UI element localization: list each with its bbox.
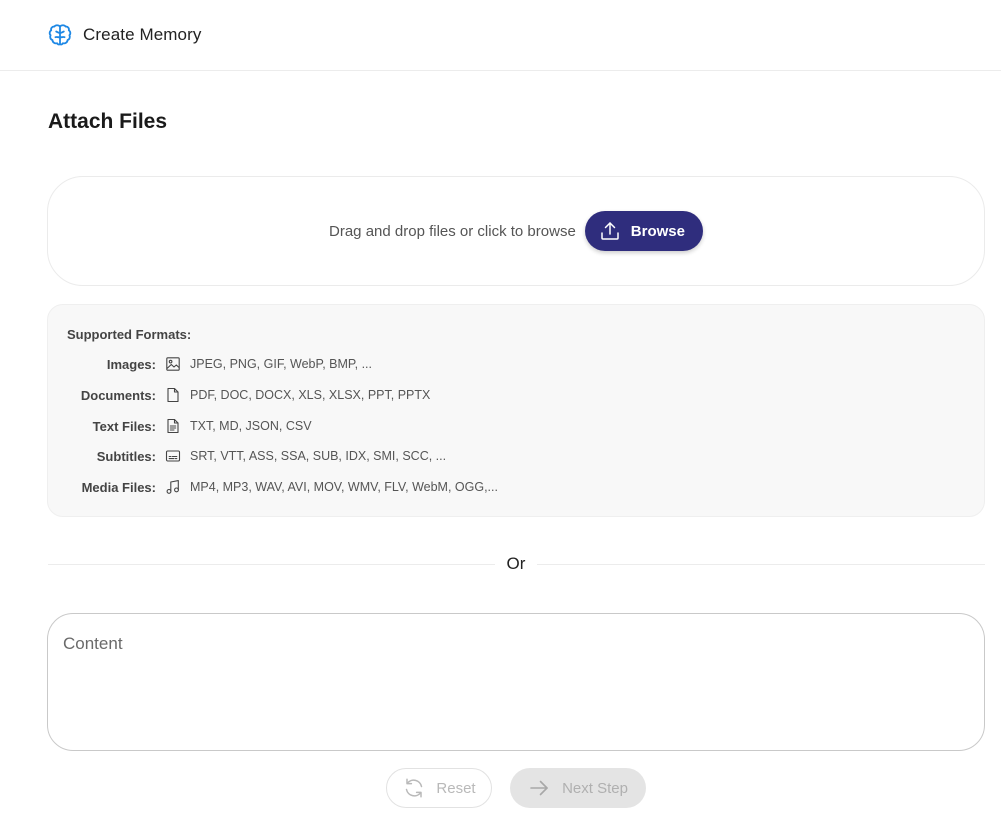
format-label: Documents: [80,387,156,403]
reset-button[interactable]: Reset [386,768,492,808]
format-label: Images: [106,356,156,372]
format-row-subtitles: Subtitles: SRT, VTT, ASS, SSA, SUB, IDX,… [48,445,446,467]
brain-icon [47,22,73,48]
format-value: SRT, VTT, ASS, SSA, SUB, IDX, SMI, SCC, … [190,449,447,463]
format-label: Media Files: [81,479,156,495]
format-row-media-files: Media Files: MP4, MP3, WAV, AVI, MOV, WM… [48,476,498,498]
format-row-documents: Documents: PDF, DOC, DOCX, XLS, XLSX, PP… [48,384,430,406]
format-value: PDF, DOC, DOCX, XLS, XLSX, PPT, PPTX [190,388,431,402]
subtitles-icon [165,448,181,464]
next-step-button[interactable]: Next Step [510,768,646,808]
file-dropzone[interactable]: Drag and drop files or click to browse B… [47,176,985,286]
supported-formats-title: Supported Formats: [67,327,192,342]
upload-icon [599,220,621,242]
document-icon [165,387,181,403]
format-label: Subtitles: [96,448,156,464]
format-label: Text Files: [92,418,156,434]
music-note-icon [165,479,181,495]
separator-or: Or [495,554,537,576]
reset-button-label: Reset [436,779,476,797]
app-header: Create Memory [0,0,1001,71]
arrow-right-icon [528,777,550,799]
format-value: TXT, MD, JSON, CSV [190,419,312,433]
page-title: Attach Files [48,110,168,133]
format-row-images: Images: JPEG, PNG, GIF, WebP, BMP, ... [48,353,372,375]
next-step-button-label: Next Step [562,779,628,797]
image-icon [165,356,181,372]
browse-button-label: Browse [630,222,685,240]
dropzone-hint: Drag and drop files or click to browse [329,222,576,240]
supported-formats-panel: Supported Formats: Images: JPEG, PNG, GI… [47,304,985,517]
app-title: Create Memory [83,25,202,44]
text-file-icon [165,418,181,434]
format-row-text-files: Text Files: TXT, MD, JSON, CSV [48,415,312,437]
format-value: MP4, MP3, WAV, AVI, MOV, WMV, FLV, WebM,… [190,480,498,494]
refresh-icon [402,776,426,800]
format-value: JPEG, PNG, GIF, WebP, BMP, ... [190,357,373,371]
content-input[interactable] [47,613,985,751]
browse-button[interactable]: Browse [584,211,703,251]
